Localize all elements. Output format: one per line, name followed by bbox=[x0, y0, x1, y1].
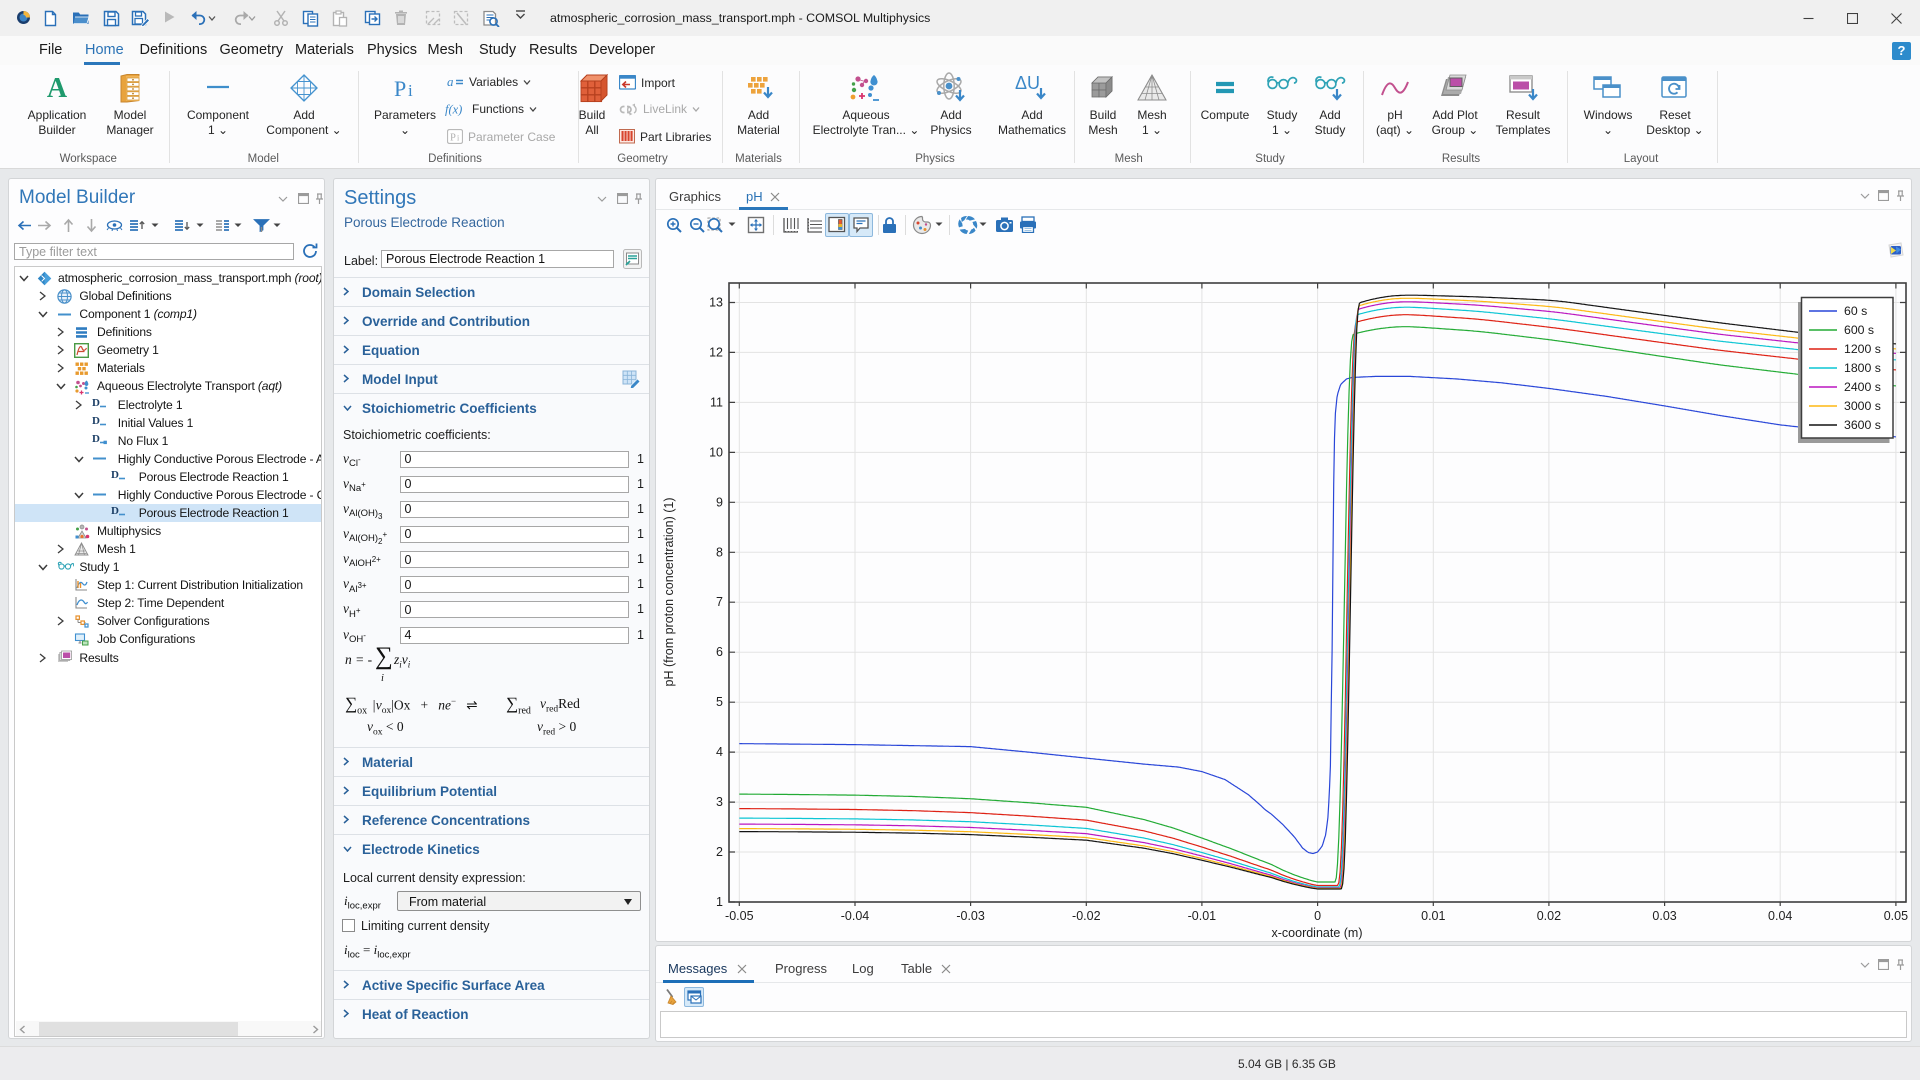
svg-text:5: 5 bbox=[716, 695, 723, 709]
svg-text:D: D bbox=[92, 397, 100, 409]
svg-text:4: 4 bbox=[716, 745, 723, 759]
svg-text:D: D bbox=[111, 505, 119, 517]
svg-text:i: i bbox=[408, 81, 413, 100]
svg-text:8: 8 bbox=[716, 545, 723, 559]
svg-text:13: 13 bbox=[709, 296, 723, 310]
svg-text:0: 0 bbox=[1314, 909, 1321, 923]
svg-text:-0.01: -0.01 bbox=[1188, 909, 1217, 923]
svg-text:60 s: 60 s bbox=[1844, 304, 1867, 318]
svg-text:-0.04: -0.04 bbox=[841, 909, 870, 923]
svg-text:3000 s: 3000 s bbox=[1844, 399, 1881, 413]
svg-text:D: D bbox=[92, 415, 100, 427]
svg-text:P: P bbox=[394, 76, 406, 101]
svg-text:ΔU: ΔU bbox=[1015, 73, 1040, 93]
svg-text:10: 10 bbox=[709, 445, 723, 459]
svg-text:11: 11 bbox=[710, 395, 723, 409]
svg-text:1200 s: 1200 s bbox=[1844, 342, 1881, 356]
svg-text:2: 2 bbox=[716, 845, 723, 859]
svg-text:0.03: 0.03 bbox=[1652, 909, 1676, 923]
svg-text:P: P bbox=[450, 133, 456, 144]
svg-text:9: 9 bbox=[716, 495, 723, 509]
svg-text:1800 s: 1800 s bbox=[1844, 361, 1881, 375]
svg-text:0.02: 0.02 bbox=[1537, 909, 1561, 923]
svg-text:7: 7 bbox=[716, 595, 723, 609]
svg-text:-0.05: -0.05 bbox=[725, 909, 754, 923]
svg-text:-0.02: -0.02 bbox=[1072, 909, 1101, 923]
svg-text:x-coordinate (m): x-coordinate (m) bbox=[1272, 926, 1363, 940]
svg-text:D: D bbox=[111, 469, 119, 481]
svg-text:A: A bbox=[47, 73, 68, 103]
svg-text:-0.03: -0.03 bbox=[956, 909, 985, 923]
svg-text:0.01: 0.01 bbox=[1421, 909, 1445, 923]
svg-text:3600 s: 3600 s bbox=[1844, 418, 1881, 432]
svg-text:D: D bbox=[92, 433, 100, 445]
svg-text:pH (from proton concentration): pH (from proton concentration) (1) bbox=[662, 498, 676, 687]
svg-text:600 s: 600 s bbox=[1844, 323, 1874, 337]
svg-text:1: 1 bbox=[716, 895, 723, 909]
svg-text:3: 3 bbox=[716, 795, 723, 809]
svg-text:f(x): f(x) bbox=[445, 103, 462, 117]
svg-text:12: 12 bbox=[709, 345, 723, 359]
svg-text:a: a bbox=[447, 75, 454, 89]
svg-text:6: 6 bbox=[716, 645, 723, 659]
svg-text:0.04: 0.04 bbox=[1768, 909, 1792, 923]
svg-text:0.05: 0.05 bbox=[1884, 909, 1908, 923]
svg-text:2400 s: 2400 s bbox=[1844, 380, 1881, 394]
